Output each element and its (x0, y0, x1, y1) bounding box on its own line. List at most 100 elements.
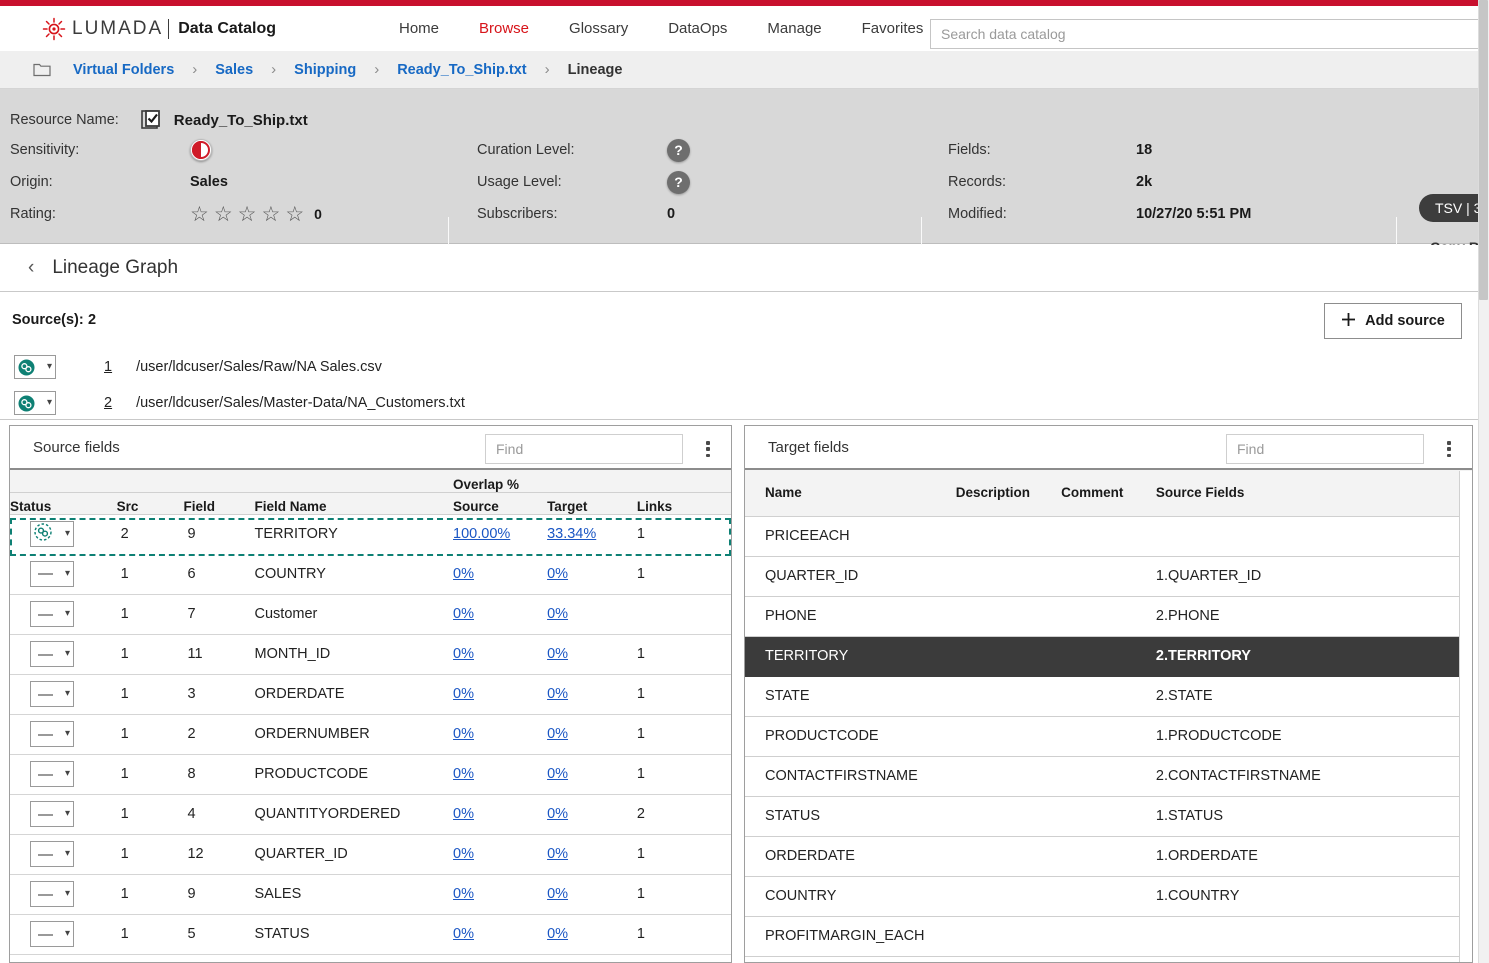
overlap-source-link[interactable]: 0% (453, 886, 474, 902)
chevron-right-icon: › (374, 61, 379, 78)
status-dropdown[interactable]: —▾ (30, 601, 74, 627)
dash-icon: — (34, 607, 53, 622)
overlap-source-link[interactable]: 0% (453, 766, 474, 782)
table-row[interactable]: —▾ 1 6 COUNTRY 0% 0% 1 (10, 554, 731, 594)
search-input[interactable] (930, 19, 1489, 49)
source-1-dropdown[interactable]: ▾ (14, 355, 56, 379)
target-find-input[interactable] (1226, 434, 1424, 464)
rating-stars[interactable]: ☆ ☆ ☆ ☆ ☆ (190, 204, 304, 225)
overlap-source-link[interactable]: 0% (453, 646, 474, 662)
cell-field-name: QUARTER_ID (255, 834, 454, 874)
overlap-source-link[interactable]: 0% (453, 806, 474, 822)
table-row[interactable]: —▾ 1 2 ORDERNUMBER 0% 0% 1 (10, 714, 731, 754)
breadcrumb-item-virtual-folders[interactable]: Virtual Folders (73, 62, 174, 78)
nav-item-glossary[interactable]: Glossary (549, 6, 648, 51)
overlap-source-link[interactable]: 0% (453, 566, 474, 582)
table-row[interactable]: PROFITMARGIN_EACH (745, 916, 1472, 956)
table-row[interactable]: PRICEEACH (745, 516, 1472, 556)
overlap-target-link[interactable]: 33.34% (547, 526, 596, 542)
plus-icon (1341, 312, 1356, 331)
status-dropdown[interactable]: —▾ (30, 641, 74, 667)
more-vertical-icon[interactable] (699, 439, 717, 459)
star-icon[interactable]: ☆ (285, 204, 304, 225)
col-overlap-source: Source (453, 492, 547, 514)
overlap-target-link[interactable]: 0% (547, 886, 568, 902)
status-dropdown[interactable]: —▾ (30, 681, 74, 707)
star-icon[interactable]: ☆ (214, 204, 233, 225)
table-row[interactable]: ORDERDATE 1.ORDERDATE (745, 836, 1472, 876)
source-1-number[interactable]: 1 (104, 359, 112, 375)
page-scrollbar-thumb[interactable] (1479, 0, 1488, 300)
overlap-source-link[interactable]: 0% (453, 846, 474, 862)
table-row[interactable]: —▾ 1 9 SALES 0% 0% 1 (10, 874, 731, 914)
star-icon[interactable]: ☆ (190, 204, 209, 225)
brand[interactable]: LUMADA Data Catalog (42, 17, 276, 41)
status-dropdown[interactable]: ▾ (30, 521, 74, 547)
overlap-source-link[interactable]: 0% (453, 926, 474, 942)
target-panel-scrollbar[interactable] (1459, 471, 1472, 962)
subscribers-label: Subscribers: (477, 206, 667, 222)
page-scrollbar[interactable] (1478, 0, 1489, 963)
source-2-dropdown[interactable]: ▾ (14, 391, 56, 415)
overlap-source-link[interactable]: 0% (453, 686, 474, 702)
status-dropdown[interactable]: —▾ (30, 761, 74, 787)
table-row[interactable]: COUNTRY 1.COUNTRY (745, 876, 1472, 916)
status-dropdown[interactable]: —▾ (30, 841, 74, 867)
table-row[interactable]: CONTACTFIRSTNAME 2.CONTACTFIRSTNAME (745, 756, 1472, 796)
overlap-target-link[interactable]: 0% (547, 846, 568, 862)
cell-links: 1 (637, 514, 731, 554)
table-row[interactable]: —▾ 1 5 STATUS 0% 0% 1 (10, 914, 731, 954)
nav-item-dataops[interactable]: DataOps (648, 6, 747, 51)
table-row[interactable]: —▾ 1 7 Customer 0% 0% (10, 594, 731, 634)
cell-src: 1 (117, 874, 184, 914)
source-find-input[interactable] (485, 434, 683, 464)
overlap-target-link[interactable]: 0% (547, 766, 568, 782)
overlap-group-header: Overlap % (453, 470, 637, 492)
overlap-target-link[interactable]: 0% (547, 566, 568, 582)
table-row[interactable]: QUARTER_ID 1.QUARTER_ID (745, 556, 1472, 596)
nav-item-manage[interactable]: Manage (747, 6, 841, 51)
more-vertical-icon[interactable] (1440, 439, 1458, 459)
question-badge-icon[interactable]: ? (667, 139, 690, 162)
table-row[interactable]: —▾ 1 3 ORDERDATE 0% 0% 1 (10, 674, 731, 714)
table-row[interactable]: STATE 2.STATE (745, 676, 1472, 716)
overlap-target-link[interactable]: 0% (547, 686, 568, 702)
overlap-source-link[interactable]: 100.00% (453, 526, 510, 542)
table-row[interactable]: PHONE 2.PHONE (745, 596, 1472, 636)
add-source-button[interactable]: Add source (1324, 303, 1462, 339)
star-icon[interactable]: ☆ (238, 204, 257, 225)
table-row[interactable]: ▾ 2 9 TERRITORY 100.00% 33.34% 1 (10, 514, 731, 554)
overlap-source-link[interactable]: 0% (453, 726, 474, 742)
source-2-number[interactable]: 2 (104, 395, 112, 411)
cell-links: 1 (637, 674, 731, 714)
overlap-target-link[interactable]: 0% (547, 726, 568, 742)
overlap-source-link[interactable]: 0% (453, 606, 474, 622)
table-row[interactable]: —▾ 1 4 QUANTITYORDERED 0% 0% 2 (10, 794, 731, 834)
overlap-target-link[interactable]: 0% (547, 806, 568, 822)
table-row[interactable]: PRODUCTCODE 1.PRODUCTCODE (745, 716, 1472, 756)
overlap-target-link[interactable]: 0% (547, 646, 568, 662)
nav-item-browse[interactable]: Browse (459, 6, 549, 51)
chevron-left-icon[interactable]: ‹ (28, 257, 34, 279)
breadcrumb-item-shipping[interactable]: Shipping (294, 62, 356, 78)
status-dropdown[interactable]: —▾ (30, 881, 74, 907)
status-dropdown[interactable]: —▾ (30, 561, 74, 587)
overlap-target-link[interactable]: 0% (547, 606, 568, 622)
nav-item-home[interactable]: Home (379, 6, 459, 51)
breadcrumb-item-sales[interactable]: Sales (215, 62, 253, 78)
breadcrumb-item-resource[interactable]: Ready_To_Ship.txt (397, 62, 526, 78)
status-dropdown[interactable]: —▾ (30, 721, 74, 747)
table-row[interactable]: —▾ 1 12 QUARTER_ID 0% 0% 1 (10, 834, 731, 874)
table-row[interactable]: —▾ 1 8 PRODUCTCODE 0% 0% 1 (10, 754, 731, 794)
status-dropdown[interactable]: —▾ (30, 801, 74, 827)
cell-field: 11 (183, 634, 254, 674)
question-badge-icon[interactable]: ? (667, 171, 690, 194)
table-row[interactable]: —▾ 1 11 MONTH_ID 0% 0% 1 (10, 634, 731, 674)
sun-burst-icon (42, 17, 66, 41)
table-row-selected[interactable]: TERRITORY 2.TERRITORY (745, 636, 1472, 676)
status-dropdown[interactable]: —▾ (30, 921, 74, 947)
overlap-target-link[interactable]: 0% (547, 926, 568, 942)
star-icon[interactable]: ☆ (261, 204, 280, 225)
table-row[interactable]: STATUS 1.STATUS (745, 796, 1472, 836)
nav-item-favorites[interactable]: Favorites (842, 6, 944, 51)
